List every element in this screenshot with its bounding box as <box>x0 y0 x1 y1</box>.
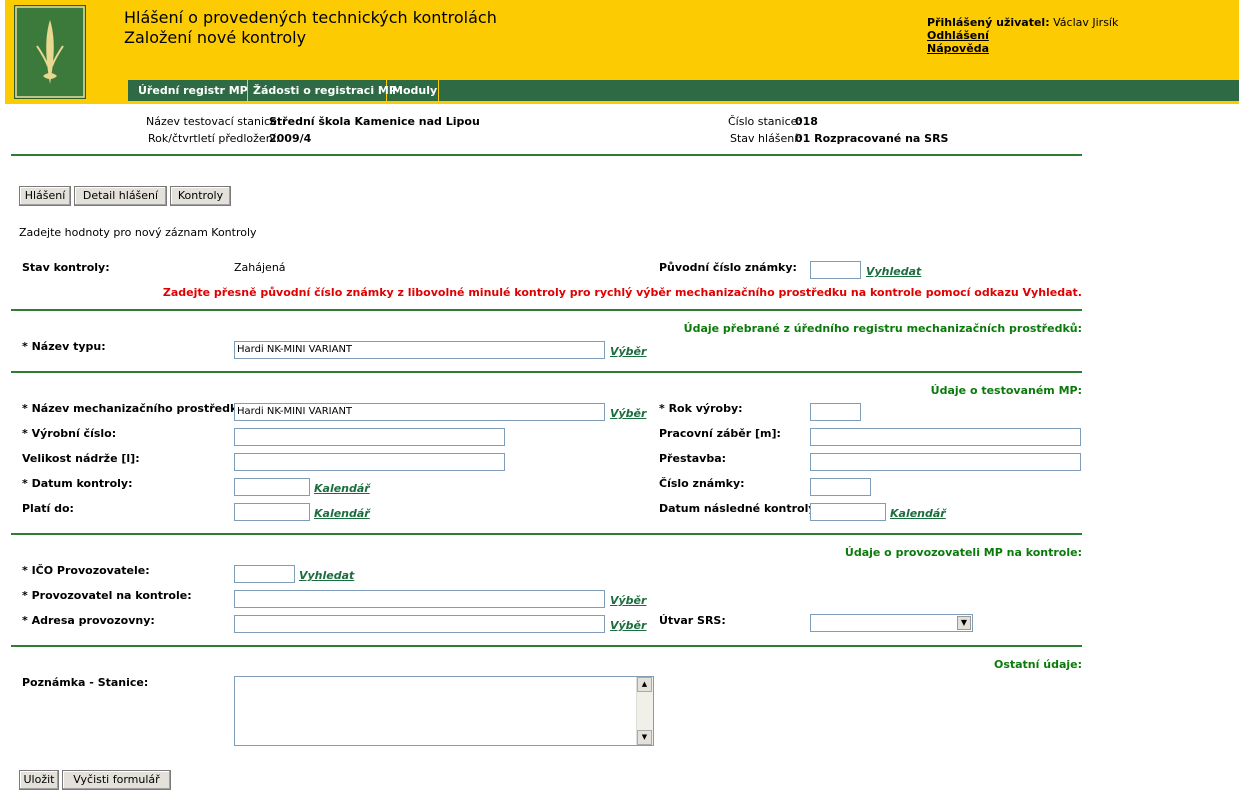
type-select-link[interactable]: Výběr <box>610 345 646 358</box>
ico-label: * IČO Provozovatele: <box>22 564 150 577</box>
machine-name-label: * Název mechanizačního prostředku: <box>22 402 250 415</box>
page-title: Hlášení o provedených technických kontro… <box>124 8 497 27</box>
logout-link[interactable]: Odhlášení <box>927 29 989 42</box>
srs-unit-select[interactable]: ▼ <box>810 614 973 632</box>
clear-form-button[interactable]: Vyčisti formulář <box>62 770 171 790</box>
address-input[interactable] <box>234 615 605 633</box>
intro-text: Zadejte hodnoty pro nový záznam Kontroly <box>19 226 257 239</box>
note-label: Poznámka - Stanice: <box>22 676 149 689</box>
divider <box>11 645 1082 647</box>
valid-until-label: Platí do: <box>22 502 74 515</box>
serial-number-label: * Výrobní číslo: <box>22 427 117 440</box>
type-name-label: * Název typu: <box>22 340 106 353</box>
check-date-label: * Datum kontroly: <box>22 477 133 490</box>
station-name-label: Název testovací stanice: <box>146 115 281 128</box>
chevron-down-icon[interactable]: ▼ <box>957 616 971 630</box>
save-button[interactable]: Uložit <box>19 770 59 790</box>
warning-text: Zadejte přesně původní číslo známky z li… <box>162 286 1082 299</box>
registry-section-heading: Údaje přebrané z úředního registru mecha… <box>683 322 1082 335</box>
tab-report[interactable]: Hlášení <box>19 186 71 206</box>
search-original-number-link[interactable]: Vyhledat <box>866 265 921 278</box>
check-status-label: Stav kontroly: <box>22 261 110 274</box>
machine-select-link[interactable]: Výběr <box>610 407 646 420</box>
address-label: * Adresa provozovny: <box>22 614 155 627</box>
check-status-value: Zahájená <box>234 261 286 274</box>
next-check-date-input[interactable] <box>810 503 886 521</box>
rebuild-input[interactable] <box>810 453 1081 471</box>
rebuild-label: Přestavba: <box>659 452 727 465</box>
divider <box>11 533 1082 535</box>
station-number-value: 018 <box>795 115 818 128</box>
year-quarter-label: Rok/čtvrtletí předložení: <box>148 132 280 145</box>
logged-user-name: Václav Jirsík <box>1053 16 1119 29</box>
srs-logo <box>14 5 86 99</box>
header-bar: Hlášení o provedených technických kontro… <box>5 0 1239 104</box>
year-quarter-value: 2009/4 <box>269 132 312 145</box>
label-number-label: Číslo známky: <box>659 477 745 490</box>
production-year-label: * Rok výroby: <box>659 402 743 415</box>
divider <box>11 309 1082 311</box>
operator-input[interactable] <box>234 590 605 608</box>
operator-section-heading: Údaje o provozovateli MP na kontrole: <box>844 546 1082 559</box>
station-name-value: Střední škola Kamenice nad Lipou <box>269 115 480 128</box>
main-nav: Úřední registr MP Žádosti o registraci M… <box>128 80 1239 101</box>
note-textarea[interactable]: ▲ ▼ <box>234 676 654 746</box>
page-subtitle: Založení nové kontroly <box>124 28 307 47</box>
divider <box>11 154 1082 156</box>
check-date-input[interactable] <box>234 478 310 496</box>
report-status-label: Stav hlášení: <box>730 132 802 145</box>
note-scrollbar[interactable]: ▲ ▼ <box>636 677 653 745</box>
help-link[interactable]: Nápověda <box>927 42 989 55</box>
logged-user-label: Přihlášený uživatel: <box>927 16 1050 29</box>
valid-until-calendar-link[interactable]: Kalendář <box>314 507 370 520</box>
valid-until-input[interactable] <box>234 503 310 521</box>
ico-input[interactable] <box>234 565 295 583</box>
tested-section-heading: Údaje o testovaném MP: <box>930 384 1082 397</box>
station-number-label: Číslo stanice: <box>728 115 802 128</box>
type-name-input[interactable]: Hardi NK-MINI VARIANT <box>234 341 605 359</box>
address-select-link[interactable]: Výběr <box>610 619 646 632</box>
next-check-calendar-link[interactable]: Kalendář <box>890 507 946 520</box>
tank-size-input[interactable] <box>234 453 505 471</box>
srs-unit-label: Útvar SRS: <box>659 614 726 627</box>
production-year-input[interactable] <box>810 403 861 421</box>
scroll-down-icon[interactable]: ▼ <box>637 730 652 745</box>
operator-select-link[interactable]: Výběr <box>610 594 646 607</box>
report-status-value: 01 Rozpracované na SRS <box>795 132 949 145</box>
original-number-label: Původní číslo známky: <box>659 261 797 274</box>
nav-modules[interactable]: Moduly <box>387 80 439 101</box>
original-number-input[interactable] <box>810 261 861 279</box>
ico-search-link[interactable]: Vyhledat <box>299 569 354 582</box>
tab-report-detail[interactable]: Detail hlášení <box>74 186 167 206</box>
other-section-heading: Ostatní údaje: <box>993 658 1082 671</box>
operator-label: * Provozovatel na kontrole: <box>22 589 192 602</box>
working-width-label: Pracovní záběr [m]: <box>659 427 781 440</box>
nav-registration-requests[interactable]: Žádosti o registraci MP <box>248 80 397 101</box>
label-number-input[interactable] <box>810 478 871 496</box>
serial-number-input[interactable] <box>234 428 505 446</box>
nav-official-registry[interactable]: Úřední registr MP <box>133 80 248 101</box>
working-width-input[interactable] <box>810 428 1081 446</box>
machine-name-input[interactable]: Hardi NK-MINI VARIANT <box>234 403 605 421</box>
user-info: Přihlášený uživatel: Václav Jirsík <box>927 16 1118 29</box>
next-check-date-label: Datum následné kontroly: <box>659 502 820 515</box>
check-date-calendar-link[interactable]: Kalendář <box>314 482 370 495</box>
tab-checks[interactable]: Kontroly <box>170 186 231 206</box>
tank-size-label: Velikost nádrže [l]: <box>22 452 140 465</box>
divider <box>11 371 1082 373</box>
scroll-up-icon[interactable]: ▲ <box>637 677 652 692</box>
